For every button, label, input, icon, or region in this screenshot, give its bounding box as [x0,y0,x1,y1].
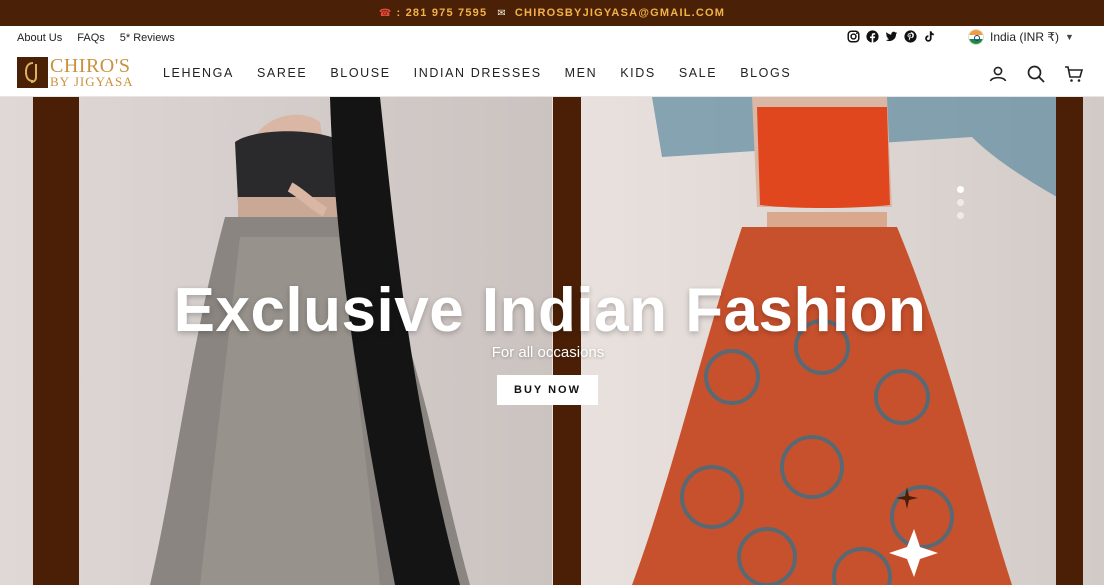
nav-item-blouse[interactable]: BLOUSE [330,66,390,80]
nav-item-sale[interactable]: SALE [679,66,717,80]
logo-line1: CHIRO'S [50,55,131,77]
hero-subtitle: For all occasions [491,344,605,361]
nav-item-men[interactable]: MEN [565,66,598,80]
india-flag-icon [968,29,984,45]
search-icon[interactable] [1026,64,1046,84]
site-logo[interactable]: CHIRO'S BY JIGYASA [17,56,134,88]
logo-wordmark: CHIRO'S BY JIGYASA [50,56,134,88]
header-icons [988,64,1084,84]
envelope-icon: ✉ [497,7,507,19]
instagram-icon[interactable] [847,30,860,43]
announcement-email[interactable]: CHIROSBYJIGYASA@GMAIL.COM [515,7,725,19]
pinterest-icon[interactable] [904,30,917,43]
nav-item-indian-dresses[interactable]: INDIAN DRESSES [414,66,542,80]
utility-bar: About Us FAQs 5* Reviews India (INR ₹) ▼ [0,26,1104,50]
twitter-icon[interactable] [885,30,898,43]
about-us-link[interactable]: About Us [17,32,62,44]
reviews-link[interactable]: 5* Reviews [120,32,175,44]
utility-links: About Us FAQs 5* Reviews [0,32,175,44]
buy-now-button[interactable]: BUY NOW [497,375,598,405]
logo-line2: BY JIGYASA [50,74,134,89]
slide-dot[interactable] [957,199,964,206]
main-header: CHIRO'S BY JIGYASA LEHENGA SAREE BLOUSE … [0,50,1104,97]
slide-dot[interactable] [957,186,964,193]
slide-dot[interactable] [957,212,964,219]
nav-item-kids[interactable]: KIDS [620,66,656,80]
chevron-down-icon: ▼ [1064,32,1074,42]
cart-icon[interactable] [1064,64,1084,84]
facebook-icon[interactable] [866,30,879,43]
logo-mark [17,56,48,88]
nav-item-blogs[interactable]: BLOGS [740,66,791,80]
logo-monogram-icon [24,62,37,83]
currency-selector[interactable]: India (INR ₹) ▼ [968,29,1074,45]
hero-banner[interactable]: Exclusive Indian Fashion For all occasio… [0,97,1104,585]
currency-label: India (INR ₹) [990,30,1059,44]
announcement-bar: ☎ : 281 975 7595 ✉ CHIROSBYJIGYASA@GMAIL… [0,0,1104,26]
hero-title: Exclusive Indian Fashion [173,276,927,345]
nav-item-saree[interactable]: SAREE [257,66,307,80]
phone-icon: ☎ [378,7,393,19]
slide-indicators [957,186,964,219]
primary-nav: LEHENGA SAREE BLOUSE INDIAN DRESSES MEN … [163,66,791,80]
announcement-phone[interactable]: : 281 975 7595 [397,7,488,19]
nav-item-lehenga[interactable]: LEHENGA [163,66,234,80]
tiktok-icon[interactable] [923,30,936,43]
account-icon[interactable] [988,64,1008,84]
social-links [847,30,936,43]
faqs-link[interactable]: FAQs [77,32,105,44]
